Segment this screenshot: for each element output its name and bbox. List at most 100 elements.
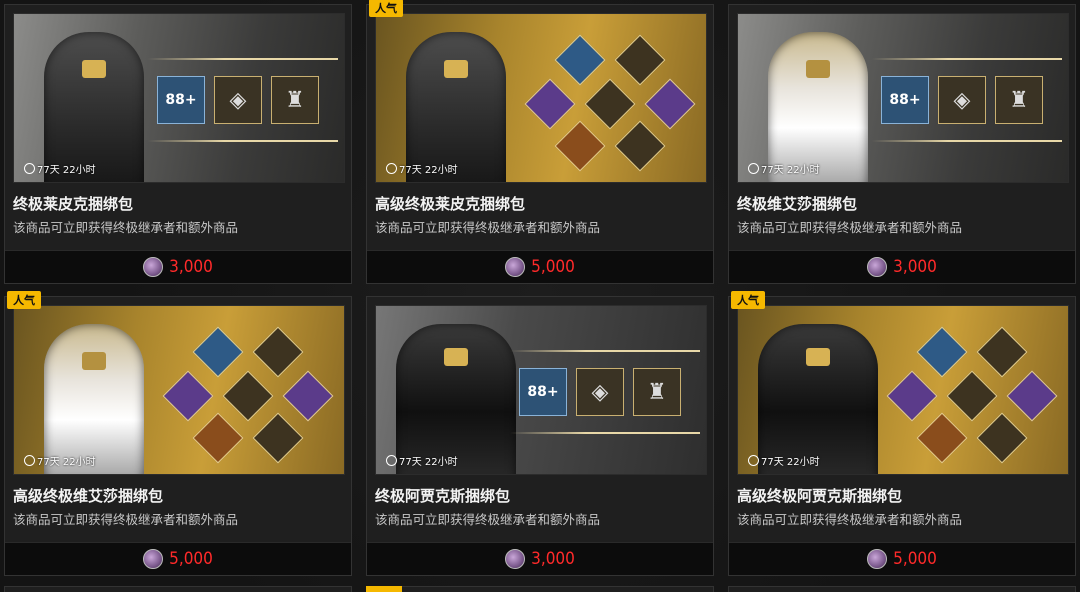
product-card[interactable]: 77天 22小时 人气 高级终极维艾莎捆绑包 该商品可立即获得终极继承者和额外商…	[4, 291, 352, 576]
ring-icon	[584, 78, 636, 130]
shop-grid: 88+ ◈ ♜ 77天 22小时 终极莱皮克捆绑包 该商品可立即获得终极继承者和…	[0, 0, 1080, 592]
inventory-slot-icon	[192, 326, 244, 378]
buy-button[interactable]: 5,000	[5, 542, 351, 575]
item-diamonds	[510, 24, 706, 174]
product-card[interactable]: 77天 22小时 人气 高级终极莱皮克捆绑包 该商品可立即获得终极继承者和额外商…	[366, 0, 714, 284]
buy-button[interactable]: 3,000	[5, 250, 351, 283]
buy-button[interactable]: 5,000	[729, 542, 1075, 575]
product-card-partial[interactable]	[366, 586, 714, 592]
skin-body-icon: ♜	[633, 368, 681, 416]
skin-body-icon: ♜	[271, 76, 319, 124]
item-tiles: 88+ ◈ ♜	[881, 76, 1043, 124]
product-title: 终极阿贾克斯捆绑包	[375, 487, 511, 505]
clock-icon	[748, 163, 759, 174]
timer: 77天 22小时	[24, 453, 96, 468]
buy-button[interactable]: 5,000	[367, 250, 713, 283]
price: 5,000	[893, 549, 937, 569]
clock-icon	[748, 455, 759, 466]
rocket-icon	[1006, 370, 1058, 422]
product-description: 该商品可立即获得终极继承者和额外商品	[375, 512, 601, 527]
item-diamonds	[148, 316, 344, 466]
popular-badge: 人气	[7, 291, 41, 309]
caliber-coin-icon	[143, 549, 164, 569]
product-title: 终极莱皮克捆绑包	[13, 195, 134, 213]
buy-button[interactable]: 3,000	[367, 542, 713, 575]
ring-icon	[946, 370, 998, 422]
product-art: 88+ ◈ ♜ 77天 22小时	[737, 13, 1069, 183]
product-card[interactable]: 77天 22小时 人气 高级终极阿贾克斯捆绑包 该商品可立即获得终极继承者和额外…	[728, 291, 1076, 576]
jetpack-icon	[644, 78, 696, 130]
product-description: 该商品可立即获得终极继承者和额外商品	[737, 220, 963, 235]
inventory-slot-icon: 88+	[157, 76, 205, 124]
price: 3,000	[169, 257, 213, 277]
item-tiles: 88+ ◈ ♜	[519, 368, 681, 416]
skin-body-icon	[976, 412, 1028, 464]
buy-button[interactable]: 3,000	[729, 250, 1075, 283]
product-art: 88+ ◈ ♜ 77天 22小时	[13, 13, 345, 183]
price: 3,000	[531, 549, 575, 569]
caliber-coin-icon	[143, 257, 164, 277]
item-tiles: 88+ ◈ ♜	[157, 76, 319, 124]
product-description: 该商品可立即获得终极继承者和额外商品	[737, 512, 963, 527]
divider-rail	[510, 432, 700, 434]
timer-text: 77天 22小时	[761, 165, 820, 176]
timer-text: 77天 22小时	[399, 165, 458, 176]
timer: 77天 22小时	[24, 161, 96, 176]
platform-icon	[916, 412, 968, 464]
skin-head-icon: ◈	[938, 76, 986, 124]
timer: 77天 22小时	[748, 161, 820, 176]
product-title: 高级终极维艾莎捆绑包	[13, 487, 164, 505]
product-title: 高级终极阿贾克斯捆绑包	[737, 487, 903, 505]
product-card[interactable]: 88+ ◈ ♜ 77天 22小时 终极莱皮克捆绑包 该商品可立即获得终极继承者和…	[4, 4, 352, 284]
clock-icon	[24, 163, 35, 174]
product-card-partial[interactable]	[728, 586, 1076, 592]
ring-icon	[222, 370, 274, 422]
timer-text: 77天 22小时	[37, 165, 96, 176]
timer: 77天 22小时	[748, 453, 820, 468]
skin-body-icon	[614, 120, 666, 172]
caliber-coin-icon	[867, 549, 888, 569]
inventory-slot-icon	[916, 326, 968, 378]
timer-text: 77天 22小时	[761, 457, 820, 468]
skin-body-icon	[252, 412, 304, 464]
timer: 77天 22小时	[386, 161, 458, 176]
crystal-icon	[524, 78, 576, 130]
product-description: 该商品可立即获得终极继承者和额外商品	[375, 220, 601, 235]
product-description: 该商品可立即获得终极继承者和额外商品	[13, 220, 239, 235]
crystal-icon	[886, 370, 938, 422]
caliber-coin-icon	[867, 257, 888, 277]
divider-rail	[872, 58, 1062, 60]
skin-head-icon	[976, 326, 1028, 378]
crystal-icon	[162, 370, 214, 422]
caliber-coin-icon	[505, 549, 526, 569]
platform-icon	[554, 120, 606, 172]
inventory-slot-icon	[554, 34, 606, 86]
product-card-partial[interactable]	[4, 586, 352, 592]
item-diamonds	[872, 316, 1068, 466]
product-title: 高级终极莱皮克捆绑包	[375, 195, 526, 213]
skin-head-icon: ◈	[214, 76, 262, 124]
clock-icon	[386, 455, 397, 466]
product-art: 77天 22小时	[13, 305, 345, 475]
product-art: 88+ ◈ ♜ 77天 22小时	[375, 305, 707, 475]
divider-rail	[148, 140, 338, 142]
popular-badge: 人气	[369, 0, 403, 17]
timer-text: 77天 22小时	[399, 457, 458, 468]
skin-head-icon: ◈	[576, 368, 624, 416]
product-card[interactable]: 88+ ◈ ♜ 77天 22小时 终极阿贾克斯捆绑包 该商品可立即获得终极继承者…	[366, 296, 714, 576]
product-art: 77天 22小时	[737, 305, 1069, 475]
popular-badge-partial	[366, 586, 402, 592]
skin-head-icon	[614, 34, 666, 86]
product-title: 终极维艾莎捆绑包	[737, 195, 858, 213]
product-card[interactable]: 88+ ◈ ♜ 77天 22小时 终极维艾莎捆绑包 该商品可立即获得终极继承者和…	[728, 4, 1076, 284]
price: 5,000	[531, 257, 575, 277]
divider-rail	[872, 140, 1062, 142]
timer-text: 77天 22小时	[37, 457, 96, 468]
product-art: 77天 22小时	[375, 13, 707, 183]
divider-rail	[510, 350, 700, 352]
inventory-slot-icon: 88+	[881, 76, 929, 124]
clock-icon	[24, 455, 35, 466]
timer: 77天 22小时	[386, 453, 458, 468]
caliber-coin-icon	[505, 257, 526, 277]
product-description: 该商品可立即获得终极继承者和额外商品	[13, 512, 239, 527]
